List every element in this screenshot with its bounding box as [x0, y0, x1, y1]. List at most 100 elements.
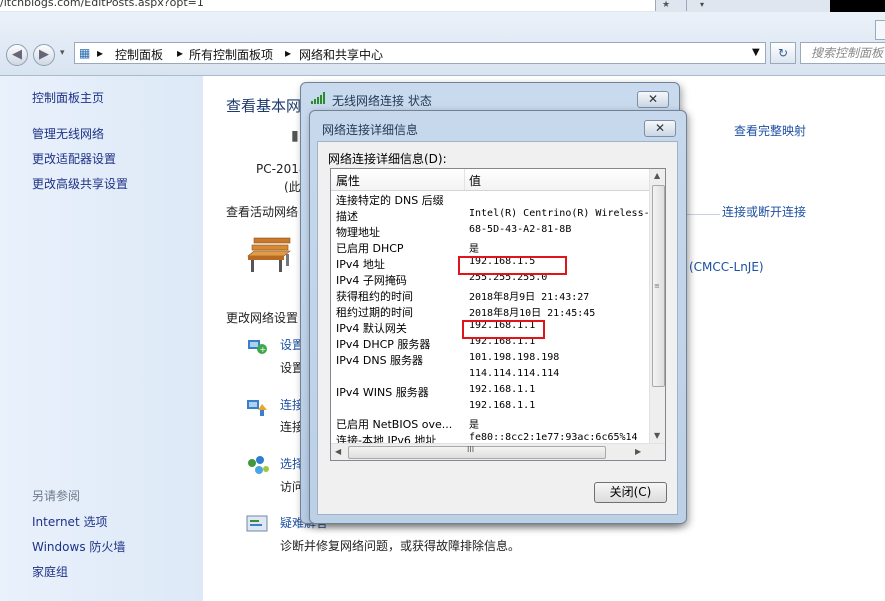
property-cell: 物理地址: [336, 226, 380, 239]
crumb-control-panel[interactable]: 控制面板: [115, 46, 163, 63]
see-also-internet-options[interactable]: Internet 选项: [32, 513, 107, 530]
details-listview[interactable]: 属性 值 连接特定的 DNS 后缀 描述 Intel(R) Centrino(R) …: [330, 168, 666, 461]
property-cell: 连接特定的 DNS 后缀: [336, 194, 444, 207]
horizontal-scrollbar[interactable]: ◀ III ▶: [331, 443, 665, 460]
horizontal-scroll-thumb[interactable]: [348, 446, 606, 459]
forward-button[interactable]: ▶: [33, 44, 55, 66]
pc-subtitle: (此: [284, 180, 301, 194]
pc-name: PC-2018: [256, 162, 307, 176]
crumb-separator-icon: ▸: [177, 46, 184, 60]
left-pane: 控制面板主页 管理无线网络 更改适配器设置 更改高级共享设置 另请参阅 Inte…: [0, 76, 203, 601]
star-icon[interactable]: ★: [662, 0, 670, 10]
table-row[interactable]: 租约过期的时间 2018年8月10日 21:45:45: [331, 303, 649, 319]
details-dialog-title: 网络连接详细信息: [322, 123, 419, 137]
scroll-right-icon[interactable]: ▶: [635, 447, 641, 456]
view-full-map-link[interactable]: 查看完整映射: [734, 122, 806, 139]
active-networks-label: 查看活动网络: [226, 205, 299, 219]
page-heading: 查看基本网: [226, 97, 302, 115]
scroll-grip: III: [467, 445, 475, 454]
table-row[interactable]: 物理地址 68-5D-43-A2-81-8B: [331, 223, 649, 239]
value-cell: Intel(R) Centrino(R) Wireless-: [469, 208, 650, 219]
column-header-value[interactable]: 值: [469, 172, 481, 189]
close-button[interactable]: 关闭(C): [594, 482, 667, 503]
history-dropdown-icon[interactable]: ▾: [60, 48, 65, 58]
sidebar-item-manage-wireless[interactable]: 管理无线网络: [32, 125, 104, 142]
property-cell: 描述: [336, 210, 358, 223]
ipv4-address-highlight: [458, 256, 567, 275]
table-row[interactable]: 描述 Intel(R) Centrino(R) Wireless-: [331, 207, 650, 223]
value-cell: 是: [469, 420, 479, 431]
crumb-all-items[interactable]: 所有控制面板项: [189, 46, 273, 63]
address-dropdown-icon[interactable]: ▼: [752, 47, 760, 58]
network-name-link[interactable]: (CMCC-LnJE): [689, 260, 764, 274]
homegroup-icon: [246, 455, 270, 477]
table-row[interactable]: 已启用 DHCP 是: [331, 239, 649, 255]
sidebar-item-sharing-settings[interactable]: 更改高级共享设置: [32, 175, 128, 192]
property-cell: 已启用 NetBIOS ove...: [336, 418, 453, 431]
browser-url[interactable]: /itchblogs.com/EditPosts.aspx?opt=1: [0, 0, 656, 11]
property-cell: IPv4 默认网关: [336, 322, 407, 335]
list-header: 属性 值: [331, 169, 649, 191]
sidebar-item-adapter-settings[interactable]: 更改适配器设置: [32, 150, 116, 167]
table-row[interactable]: IPv4 WINS 服务器 192.168.1.1: [331, 383, 649, 399]
address-bar[interactable]: ▦ ▸ 控制面板 ▸ 所有控制面板项 ▸ 网络和共享中心 ▼: [74, 42, 766, 64]
table-row[interactable]: 192.168.1.1: [331, 399, 649, 415]
crumb-separator-icon: ▸: [285, 46, 292, 60]
table-row[interactable]: 已启用 NetBIOS ove... 是: [331, 415, 649, 431]
refresh-icon[interactable]: ↻: [770, 42, 796, 64]
divider: [686, 214, 720, 215]
value-cell: 2018年8月9日 21:43:27: [469, 292, 590, 303]
details-dialog-close-button[interactable]: ✕: [644, 120, 676, 137]
table-row[interactable]: 获得租约的时间 2018年8月9日 21:43:27: [331, 287, 649, 303]
connect-network-icon: [246, 396, 268, 418]
scroll-down-icon[interactable]: ▼: [654, 431, 660, 440]
table-row[interactable]: 连接特定的 DNS 后缀: [331, 191, 649, 207]
value-cell: fe80::8cc2:1e77:93ac:6c65%14: [469, 432, 638, 443]
property-cell: IPv4 子网掩码: [336, 274, 407, 287]
change-settings-label: 更改网络设置: [226, 311, 299, 325]
search-input[interactable]: 搜索控制面板: [800, 42, 885, 64]
explorer-navbar: ◀ ▶ ▾ ▦ ▸ 控制面板 ▸ 所有控制面板项 ▸ 网络和共享中心 ▼ ↻ 搜…: [0, 12, 885, 76]
scroll-left-icon[interactable]: ◀: [335, 447, 341, 456]
back-button[interactable]: ◀: [6, 44, 28, 66]
toolbar-edge: [875, 20, 885, 40]
sidebar-home-link[interactable]: 控制面板主页: [32, 89, 104, 106]
table-row[interactable]: 114.114.114.114: [331, 367, 649, 383]
connect-disconnect-link[interactable]: 连接或断开连接: [722, 203, 806, 220]
table-row[interactable]: IPv4 DNS 服务器 101.198.198.198: [331, 351, 649, 367]
gateway-highlight: [462, 320, 545, 339]
vertical-scrollbar[interactable]: ▲ ≡ ▼: [649, 169, 665, 443]
crumb-network-center[interactable]: 网络和共享中心: [299, 46, 383, 63]
signal-icon: [311, 92, 327, 107]
grip-icon: ≡: [654, 282, 660, 290]
window-edge: [830, 0, 885, 12]
status-dialog-close-button[interactable]: ✕: [637, 91, 669, 108]
bench-icon: [247, 237, 291, 272]
setup-connection-icon: +: [246, 334, 268, 356]
see-also-firewall[interactable]: Windows 防火墙: [32, 538, 125, 555]
task-desc-troubleshoot: 诊断并修复网络问题，或获得故障排除信息。: [280, 539, 521, 553]
scroll-up-icon[interactable]: ▲: [654, 171, 660, 180]
control-panel-icon: ▦: [79, 46, 91, 60]
details-list-label: 网络连接详细信息(D):: [328, 152, 447, 166]
status-dialog-title: 无线网络连接 状态: [332, 94, 432, 108]
value-cell: 2018年8月10日 21:45:45: [469, 308, 596, 319]
dropdown-icon[interactable]: ▾: [686, 0, 717, 11]
svg-text:+: +: [260, 345, 267, 354]
column-header-property[interactable]: 属性: [336, 172, 360, 189]
troubleshoot-icon: [246, 514, 268, 534]
property-cell: IPv4 地址: [336, 258, 385, 271]
column-divider[interactable]: [464, 169, 465, 190]
value-cell: 192.168.1.1: [469, 400, 536, 411]
property-cell: IPv4 DNS 服务器: [336, 354, 424, 367]
property-cell: 已启用 DHCP: [336, 242, 404, 255]
value-cell: 101.198.198.198: [469, 352, 560, 363]
value-cell: 114.114.114.114: [469, 368, 560, 379]
value-cell: 192.168.1.1: [469, 384, 536, 395]
value-cell: 68-5D-43-A2-81-8B: [469, 224, 572, 235]
property-cell: 获得租约的时间: [336, 290, 413, 303]
see-also-heading: 另请参阅: [32, 489, 81, 503]
crumb-separator-icon: ▸: [97, 46, 104, 60]
see-also-homegroup[interactable]: 家庭组: [32, 563, 68, 580]
property-cell: IPv4 WINS 服务器: [336, 386, 429, 399]
